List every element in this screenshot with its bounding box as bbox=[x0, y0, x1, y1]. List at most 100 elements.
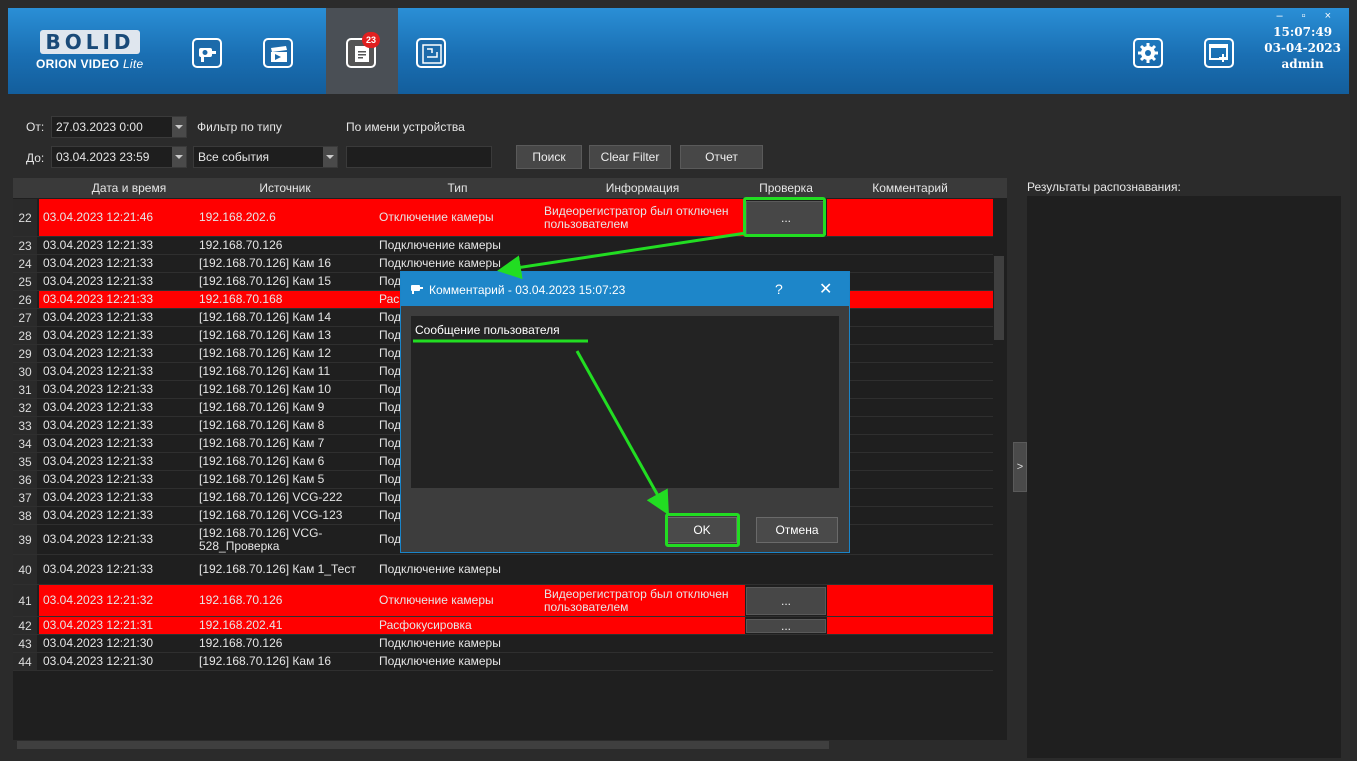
cell-source: 192.168.202.6 bbox=[199, 210, 276, 224]
clock-time: 15:07:49 bbox=[1273, 25, 1333, 39]
row-number: 44 bbox=[13, 653, 37, 670]
row-number: 38 bbox=[13, 507, 37, 524]
report-button[interactable]: Отчет bbox=[680, 145, 763, 169]
row-number: 22 bbox=[13, 199, 37, 236]
logo-brand: BOLID bbox=[40, 30, 140, 54]
help-icon[interactable]: ? bbox=[775, 281, 783, 297]
clear-filter-button[interactable]: Clear Filter bbox=[589, 145, 671, 169]
cell-type: Подключение камеры bbox=[379, 256, 501, 270]
table-row[interactable]: 22 03.04.2023 12:21:46 192.168.202.6 Отключ… bbox=[13, 199, 993, 237]
row-number: 42 bbox=[13, 617, 37, 634]
logo-subtitle: ORION VIDEO Lite bbox=[36, 57, 144, 71]
table-row[interactable]: 43 03.04.2023 12:21:30 192.168.70.126 Подкл… bbox=[13, 635, 993, 653]
row-number: 32 bbox=[13, 399, 37, 416]
cell-datetime: 03.04.2023 12:21:33 bbox=[43, 256, 154, 270]
type-filter-select[interactable]: Все события bbox=[193, 146, 338, 168]
table-row[interactable]: 40 03.04.2023 12:21:33 [192.168.70.126] Ка… bbox=[13, 555, 993, 585]
add-window-icon[interactable] bbox=[1204, 38, 1234, 68]
top-bar: BOLID ORION VIDEO Lite 23 – ▫ × 15:07:49… bbox=[8, 8, 1349, 94]
cell-source: [192.168.70.126] Кам 16 bbox=[199, 654, 332, 668]
column-header-comment[interactable]: Комментарий bbox=[827, 181, 993, 195]
settings-icon[interactable] bbox=[1133, 38, 1163, 68]
column-header-check[interactable]: Проверка bbox=[745, 181, 827, 195]
row-number: 29 bbox=[13, 345, 37, 362]
cell-info: Видеорегистратор был отключен пользовате… bbox=[544, 586, 729, 614]
type-filter-label: Фильтр по типу bbox=[197, 120, 282, 134]
cell-source: [192.168.70.126] Кам 5 bbox=[199, 472, 325, 486]
cell-source: [192.168.70.126] Кам 1_Тест bbox=[199, 562, 356, 576]
row-number: 39 bbox=[13, 525, 37, 554]
table-row[interactable]: 41 03.04.2023 12:21:32 192.168.70.126 Отклю… bbox=[13, 585, 993, 617]
app-logo: BOLID ORION VIDEO Lite bbox=[36, 30, 148, 74]
column-header-type[interactable]: Тип bbox=[375, 181, 540, 195]
cell-info bbox=[544, 617, 743, 634]
column-header-info[interactable]: Информация bbox=[540, 181, 745, 195]
recognition-results-title: Результаты распознавания: bbox=[1027, 180, 1181, 194]
cell-datetime: 03.04.2023 12:21:46 bbox=[43, 210, 154, 224]
comment-textarea[interactable]: Сообщение пользователя bbox=[411, 316, 839, 488]
cell-type: Подключение камеры bbox=[379, 238, 501, 252]
row-number: 27 bbox=[13, 309, 37, 326]
to-date-picker[interactable]: 03.04.2023 23:59 bbox=[51, 146, 187, 168]
device-name-input[interactable] bbox=[346, 146, 492, 168]
window-controls[interactable]: – ▫ × bbox=[1276, 10, 1339, 22]
row-number: 36 bbox=[13, 471, 37, 488]
vertical-scrollbar[interactable] bbox=[994, 256, 1004, 340]
cell-datetime: 03.04.2023 12:21:30 bbox=[43, 654, 154, 668]
cell-source: 192.168.70.126 bbox=[199, 238, 283, 252]
cell-source: [192.168.70.126] Кам 8 bbox=[199, 418, 325, 432]
clapperboard-icon[interactable] bbox=[263, 38, 293, 68]
cell-datetime: 03.04.2023 12:21:33 bbox=[43, 382, 154, 396]
dialog-title: Комментарий - 03.04.2023 15:07:23 bbox=[429, 283, 626, 297]
plan-icon[interactable] bbox=[416, 38, 446, 68]
check-button[interactable]: ... bbox=[746, 587, 826, 615]
cell-datetime: 03.04.2023 12:21:33 bbox=[43, 508, 154, 522]
cell-type: Расфокусировка bbox=[379, 618, 472, 632]
cancel-button[interactable]: Отмена bbox=[756, 517, 838, 543]
table-row[interactable]: 23 03.04.2023 12:21:33 192.168.70.126 Подкл… bbox=[13, 237, 993, 255]
cell-source: [192.168.70.126] VCG-123 bbox=[199, 508, 343, 522]
cell-type: Подключение камеры bbox=[379, 636, 501, 650]
cell-source: [192.168.70.126] Кам 13 bbox=[199, 328, 332, 342]
chevron-down-icon[interactable] bbox=[172, 147, 186, 167]
row-number: 34 bbox=[13, 435, 37, 452]
collapse-panel-button[interactable]: > bbox=[1013, 442, 1027, 492]
from-label: От: bbox=[26, 120, 45, 134]
cell-info bbox=[544, 255, 743, 272]
camera-icon bbox=[411, 285, 423, 294]
cell-datetime: 03.04.2023 12:21:33 bbox=[43, 436, 154, 450]
row-number: 26 bbox=[13, 291, 37, 308]
column-header-datetime[interactable]: Дата и время bbox=[69, 181, 189, 195]
row-number: 24 bbox=[13, 255, 37, 272]
from-date-picker[interactable]: 27.03.2023 0:00 bbox=[51, 116, 187, 138]
column-header-source[interactable]: Источник bbox=[195, 181, 375, 195]
device-name-label: По имени устройства bbox=[346, 120, 465, 134]
close-icon[interactable]: ✕ bbox=[819, 279, 832, 299]
row-number: 41 bbox=[13, 585, 37, 616]
cell-datetime: 03.04.2023 12:21:33 bbox=[43, 454, 154, 468]
table-row[interactable]: 42 03.04.2023 12:21:31 192.168.202.41 Расфо… bbox=[13, 617, 993, 635]
cell-datetime: 03.04.2023 12:21:32 bbox=[43, 593, 154, 607]
cell-type: Отключение камеры bbox=[379, 210, 494, 224]
cell-source: 192.168.70.168 bbox=[199, 292, 283, 306]
search-button[interactable]: Поиск bbox=[516, 145, 582, 169]
horizontal-scrollbar[interactable] bbox=[17, 741, 829, 749]
table-row[interactable]: 44 03.04.2023 12:21:30 [192.168.70.126] Ка… bbox=[13, 653, 993, 671]
cell-source: [192.168.70.126] Кам 16 bbox=[199, 256, 332, 270]
recognition-results-panel bbox=[1027, 196, 1341, 758]
cell-source: [192.168.70.126] Кам 11 bbox=[199, 364, 331, 378]
cell-info: Видеорегистратор был отключен пользовате… bbox=[544, 203, 729, 231]
events-icon[interactable]: 23 bbox=[346, 32, 380, 68]
check-button[interactable]: ... bbox=[746, 619, 826, 633]
clock-date: 03-04-2023 bbox=[1264, 41, 1341, 55]
cell-datetime: 03.04.2023 12:21:33 bbox=[43, 562, 154, 576]
chevron-down-icon[interactable] bbox=[172, 117, 186, 137]
cell-info bbox=[544, 555, 743, 584]
cell-datetime: 03.04.2023 12:21:33 bbox=[43, 310, 154, 324]
chevron-down-icon[interactable] bbox=[323, 147, 337, 167]
cell-source: [192.168.70.126] Кам 7 bbox=[199, 436, 325, 450]
cell-source: [192.168.70.126] Кам 9 bbox=[199, 400, 325, 414]
table-header: Дата и время Источник Тип Информация Про… bbox=[13, 178, 1007, 198]
to-label: До: bbox=[26, 151, 45, 165]
camera-icon[interactable] bbox=[192, 38, 222, 68]
